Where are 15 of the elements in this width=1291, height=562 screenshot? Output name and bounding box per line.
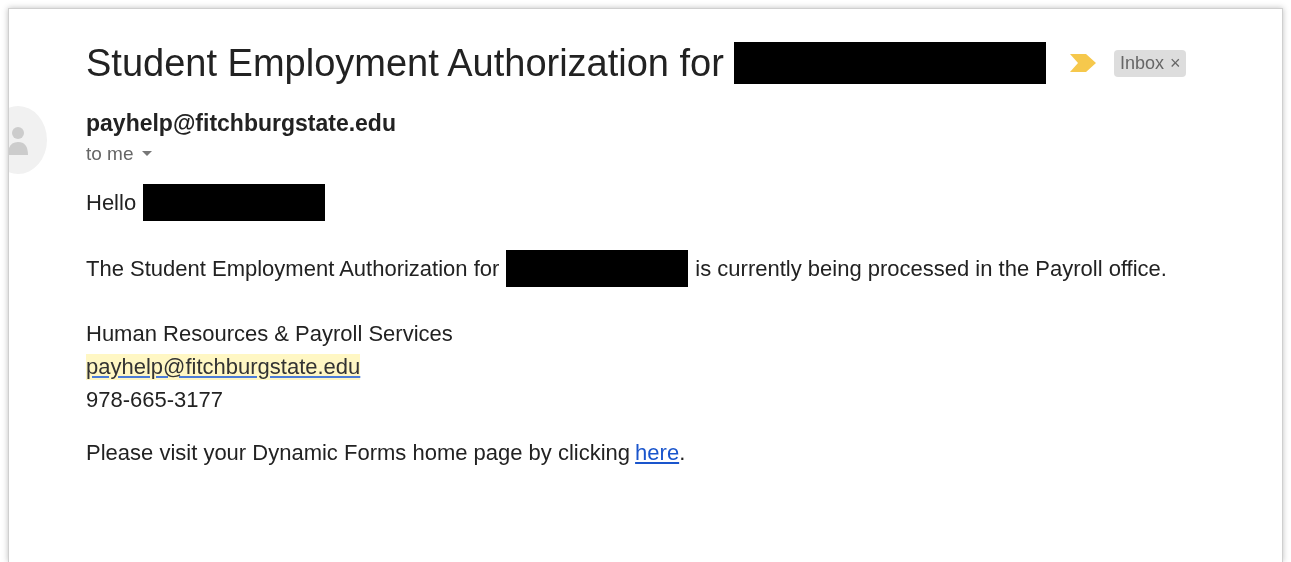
body-text: is currently being processed in the Payroll office. <box>695 255 1167 282</box>
recipient-dropdown[interactable]: to me <box>86 143 396 165</box>
body-text: . <box>679 440 686 466</box>
body-text: Please visit your Dynamic Forms home page by clicking <box>86 440 631 466</box>
inbox-label[interactable]: Inbox × <box>1113 49 1187 77</box>
email-link[interactable]: payhelp@fitchburgstate.edu <box>86 354 361 380</box>
caret-icon <box>141 151 152 157</box>
body-text: Hello <box>86 189 137 216</box>
body-text: The Student Employment Authorization for <box>86 255 500 282</box>
body-text: 978-665-3177 <box>86 387 223 413</box>
sender-email: payhelp@fitchburgstate.edu <box>86 110 396 137</box>
importance-marker-icon[interactable] <box>1069 54 1096 72</box>
here-link[interactable]: here <box>635 440 680 466</box>
subject-title: Student Employment Authorization for <box>86 41 724 85</box>
body-text: Human Resources & Payroll Services <box>86 321 453 347</box>
